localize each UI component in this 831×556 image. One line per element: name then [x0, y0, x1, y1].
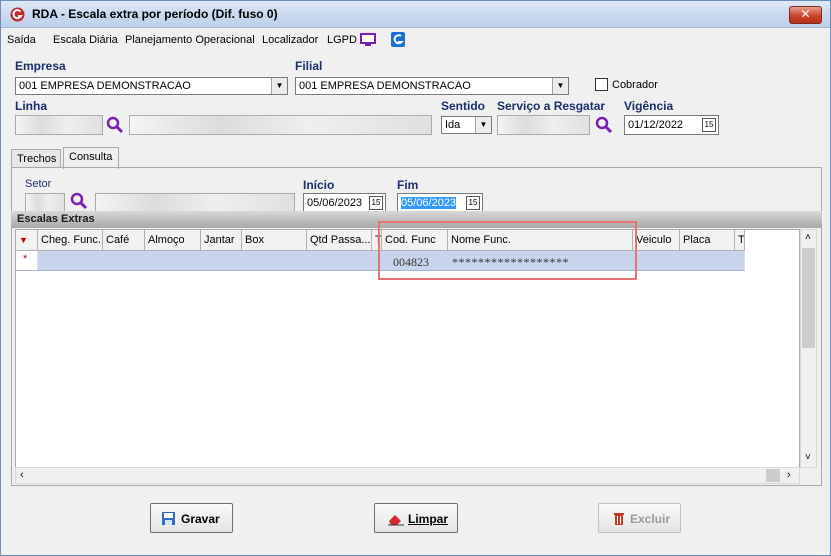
linha-description-input[interactable]	[129, 115, 432, 135]
app-logo-icon	[10, 7, 25, 22]
chevron-down-icon[interactable]: ▼	[475, 117, 491, 133]
sort-down-icon: ▼	[19, 235, 28, 245]
chevron-down-icon[interactable]: ▼	[552, 78, 568, 94]
col-t2[interactable]: T	[735, 230, 745, 251]
search-icon[interactable]	[70, 192, 88, 210]
chevron-down-icon[interactable]: ▼	[271, 78, 287, 94]
setor-description-input[interactable]	[95, 193, 295, 213]
monitor-icon[interactable]	[360, 33, 376, 47]
menu-lgpd[interactable]: LGPD	[327, 34, 357, 46]
search-icon[interactable]	[106, 116, 124, 134]
g-logo-icon[interactable]	[391, 32, 405, 47]
servico-label: Serviço a Resgatar	[497, 99, 606, 113]
filial-select[interactable]: 001 EMPRESA DEMONSTRACAO ▼	[295, 77, 569, 95]
main-window: RDA - Escala extra por período (Dif. fus…	[0, 0, 831, 556]
eraser-icon	[388, 515, 404, 526]
inicio-label: Início	[303, 178, 335, 192]
tab-trechos[interactable]: Trechos	[11, 149, 61, 168]
vigencia-value: 01/12/2022	[628, 119, 684, 131]
col-cafe[interactable]: Café	[103, 230, 145, 251]
empresa-value: 001 EMPRESA DEMONSTRACAO	[19, 80, 191, 92]
empresa-label: Empresa	[15, 59, 66, 73]
col-veiculo[interactable]: Veiculo	[633, 230, 680, 251]
menu-saida[interactable]: Saída	[7, 34, 36, 46]
window-title: RDA - Escala extra por período (Dif. fus…	[32, 7, 278, 21]
tab-consulta[interactable]: Consulta	[63, 147, 119, 169]
col-placa[interactable]: Placa	[680, 230, 735, 251]
chevron-right-icon[interactable]: ›	[787, 469, 791, 481]
linha-label: Linha	[15, 99, 47, 113]
limpar-label: Limpar	[408, 512, 449, 526]
vertical-scrollbar[interactable]: ˄ ˅	[800, 229, 817, 468]
trash-icon	[614, 513, 624, 525]
close-button[interactable]: ✕	[789, 6, 822, 24]
limpar-button[interactable]: Limpar	[374, 503, 458, 533]
horizontal-scroll-thumb[interactable]	[766, 469, 780, 482]
chevron-left-icon[interactable]: ‹	[20, 469, 24, 481]
linha-code-input[interactable]	[15, 115, 103, 135]
col-jantar[interactable]: Jantar	[201, 230, 242, 251]
excluir-label: Excluir	[630, 512, 671, 526]
empresa-select[interactable]: 001 EMPRESA DEMONSTRACAO ▼	[15, 77, 288, 95]
vertical-scroll-thumb[interactable]	[802, 248, 815, 348]
menu-localizador[interactable]: Localizador	[262, 34, 318, 46]
chevron-down-icon[interactable]: ˅	[805, 452, 811, 463]
col-box[interactable]: Box	[242, 230, 307, 251]
fim-label: Fim	[397, 178, 419, 192]
inicio-value: 05/06/2023	[307, 197, 363, 209]
servico-input[interactable]	[497, 115, 590, 135]
sentido-value: Ida	[445, 119, 461, 131]
horizontal-scrollbar[interactable]: ‹ ›	[15, 467, 800, 484]
row-indicator-header[interactable]: ▼	[16, 230, 38, 251]
save-icon	[162, 512, 175, 525]
calendar-icon[interactable]: 15	[369, 196, 383, 210]
new-row-marker: *	[23, 253, 28, 265]
highlight-box	[378, 221, 637, 280]
filial-value: 001 EMPRESA DEMONSTRACAO	[299, 80, 471, 92]
gravar-button[interactable]: Gravar	[150, 503, 233, 533]
fim-value: 05/06/2023	[401, 197, 457, 209]
sentido-select[interactable]: Ida ▼	[441, 116, 492, 134]
search-icon[interactable]	[595, 116, 613, 134]
title-bar: RDA - Escala extra por período (Dif. fus…	[1, 1, 830, 28]
calendar-icon[interactable]: 15	[466, 196, 480, 210]
menu-bar: Saída Escala Diária Planejamento Operaci…	[1, 29, 830, 51]
fim-date-input[interactable]: 05/06/2023 15	[397, 193, 483, 213]
chevron-up-icon[interactable]: ˄	[805, 232, 811, 243]
menu-planejamento-operacional[interactable]: Planejamento Operacional	[125, 34, 255, 46]
new-row-marker-cell[interactable]: *	[16, 251, 38, 271]
calendar-icon[interactable]: 15	[702, 118, 716, 132]
menu-escala-diaria[interactable]: Escala Diária	[53, 34, 118, 46]
cobrador-label: Cobrador	[612, 79, 658, 91]
col-cheg-func[interactable]: Cheg. Func.	[38, 230, 103, 251]
vigencia-date-input[interactable]: 01/12/2022 15	[624, 115, 719, 135]
vigencia-label: Vigência	[624, 99, 674, 113]
cobrador-checkbox[interactable]	[595, 78, 608, 91]
excluir-button[interactable]: Excluir	[598, 503, 681, 533]
sentido-label: Sentido	[441, 99, 485, 113]
filial-label: Filial	[295, 59, 323, 73]
gravar-label: Gravar	[181, 512, 220, 526]
col-almoco[interactable]: Almoço	[145, 230, 201, 251]
setor-label: Setor	[25, 178, 52, 190]
setor-code-input[interactable]	[25, 193, 65, 213]
col-qtd-passageiros[interactable]: Qtd Passa...	[307, 230, 372, 251]
inicio-date-input[interactable]: 05/06/2023 15	[303, 193, 386, 213]
